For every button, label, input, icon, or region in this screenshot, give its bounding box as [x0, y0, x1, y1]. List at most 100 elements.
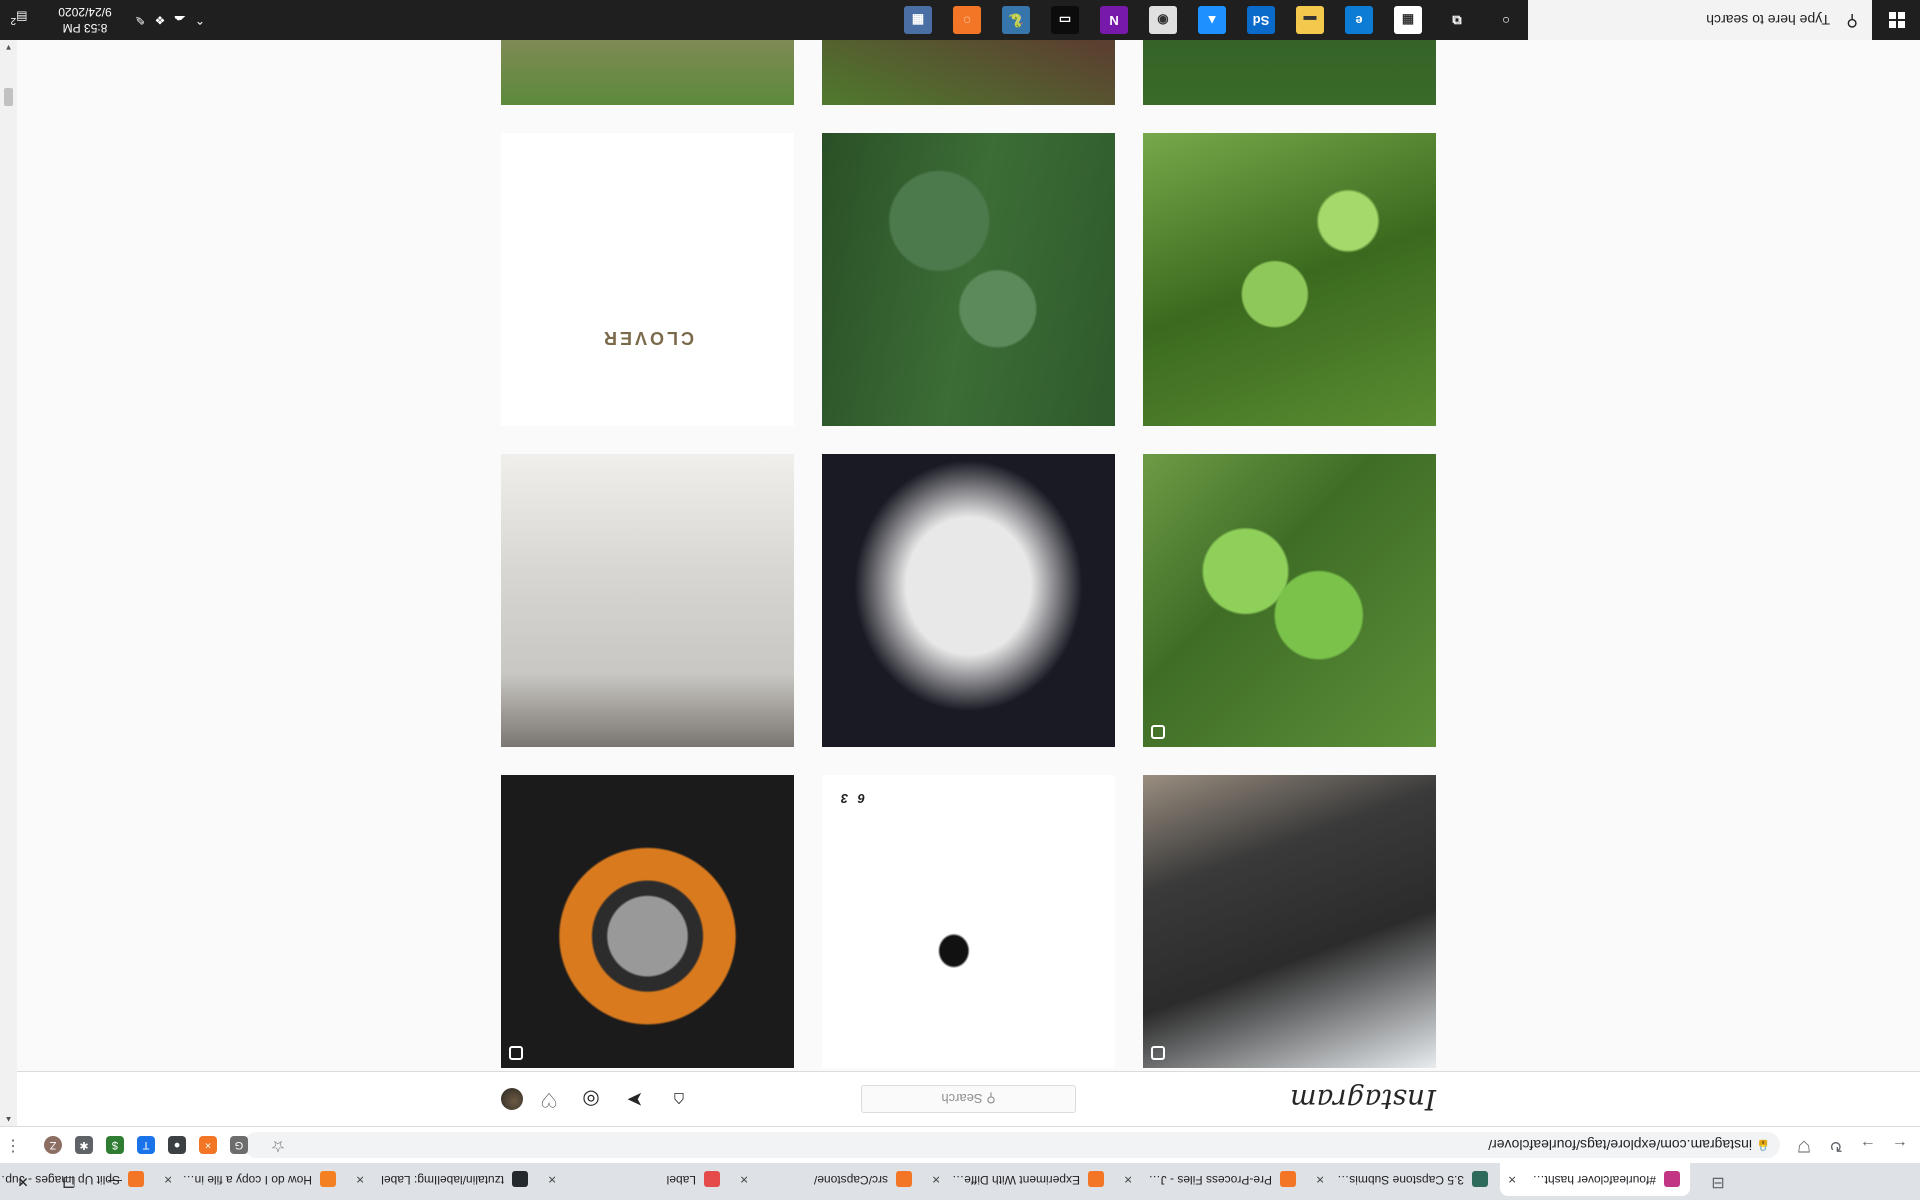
- post-clover-patch-green[interactable]: [1143, 454, 1436, 747]
- tab-search-icon[interactable]: ⊟: [1706, 1170, 1730, 1194]
- close-window-button[interactable]: ✕: [0, 1163, 46, 1200]
- date-text: 9/24/2020: [58, 5, 112, 19]
- tab-title: tzutalin/labelImg: Label: [381, 1173, 504, 1187]
- browser-tab[interactable]: Label ×: [540, 1163, 730, 1196]
- post-four-leaf-clover-selfie[interactable]: [822, 454, 1115, 747]
- post-clover-on-wood[interactable]: [822, 40, 1115, 105]
- jupyter-icon[interactable]: ◌: [953, 6, 981, 34]
- translate-icon[interactable]: T: [137, 1136, 155, 1154]
- tab-title: Label: [666, 1173, 696, 1187]
- explore-icon[interactable]: ◎: [578, 1086, 604, 1112]
- puzzle-icon[interactable]: ✱: [75, 1136, 93, 1154]
- tab-title: How do I copy a file in Pyth: [182, 1173, 312, 1187]
- calculator-icon[interactable]: ▦: [904, 6, 932, 34]
- page-scrollbar[interactable]: ▲ ▼: [0, 40, 17, 1126]
- file-explorer-icon[interactable]: ▬: [1296, 6, 1324, 34]
- tab-favicon: [1664, 1171, 1680, 1187]
- post-clover-in-grass[interactable]: [822, 133, 1115, 426]
- store-icon[interactable]: ▦: [1394, 6, 1422, 34]
- tab-favicon: [1280, 1171, 1296, 1187]
- cortana-icon[interactable]: ○: [1492, 6, 1520, 34]
- menu-icon[interactable]: ⋮: [4, 1133, 22, 1157]
- home-icon[interactable]: ⌂: [666, 1086, 692, 1112]
- post-clover-grass-closeup[interactable]: [1143, 133, 1436, 426]
- taskbar-search[interactable]: ⚲ Type here to search: [1528, 0, 1872, 40]
- browser-tab[interactable]: Experiment With Different ×: [924, 1163, 1114, 1196]
- browser-tab[interactable]: src/Capstone/ ×: [732, 1163, 922, 1196]
- tab-favicon: [704, 1171, 720, 1187]
- carousel-icon: [1151, 1046, 1165, 1060]
- browser-tab[interactable]: tzutalin/labelImg: Label ×: [348, 1163, 538, 1196]
- carousel-icon: [830, 1046, 844, 1060]
- tab-favicon: [512, 1171, 528, 1187]
- forward-button[interactable]: →: [1856, 1133, 1880, 1157]
- tab-close-icon[interactable]: ×: [548, 1163, 556, 1196]
- scroll-down-arrow[interactable]: ▼: [0, 40, 17, 54]
- tab-favicon: [320, 1171, 336, 1187]
- tab-close-icon[interactable]: ×: [1508, 1163, 1516, 1196]
- tab-close-icon[interactable]: ×: [740, 1163, 748, 1196]
- tab-title: #fourleafclover hashtag on: [1526, 1173, 1656, 1187]
- tab-close-icon[interactable]: ×: [1316, 1163, 1324, 1196]
- tab-favicon: [1088, 1171, 1104, 1187]
- post-clover-badge-anniversary[interactable]: [501, 775, 794, 1068]
- post-clover-bucket[interactable]: [1143, 775, 1436, 1068]
- tab-close-icon[interactable]: ×: [932, 1163, 940, 1196]
- x-icon[interactable]: ×: [199, 1136, 217, 1154]
- time-text: 8:53 PM: [62, 21, 108, 35]
- tab-title: Experiment With Different: [950, 1173, 1080, 1187]
- profile-avatar[interactable]: [501, 1088, 523, 1110]
- scroll-up-arrow[interactable]: ▲: [0, 1112, 17, 1126]
- task-view-icon[interactable]: ⧉: [1443, 6, 1471, 34]
- tab-favicon: [1472, 1171, 1488, 1187]
- reload-button[interactable]: ↻: [1824, 1133, 1848, 1157]
- profile-avatar[interactable]: Z: [44, 1136, 62, 1154]
- browser-toolbar: ← → ↻ ⛉ 🔒 instagram.com/explore/tags/fou…: [0, 1126, 1920, 1163]
- onenote-icon[interactable]: N: [1100, 6, 1128, 34]
- search-placeholder: Search: [941, 1091, 983, 1106]
- python-icon[interactable]: 🐍: [1002, 6, 1030, 34]
- notification-icon[interactable]: ▤2: [4, 0, 34, 40]
- post-car-showroom[interactable]: [501, 454, 794, 747]
- photoshop-icon[interactable]: Sd: [1247, 6, 1275, 34]
- edge-icon[interactable]: e: [1345, 6, 1373, 34]
- tab-close-icon[interactable]: ×: [356, 1163, 364, 1196]
- clock[interactable]: 8:53 PM 9/24/2020: [40, 4, 130, 36]
- terminal-icon[interactable]: ▭: [1051, 6, 1079, 34]
- post-clover-confetti[interactable]: CLOVER: [501, 133, 794, 426]
- browser-tab[interactable]: How do I copy a file in Pyth ×: [156, 1163, 346, 1196]
- g-icon[interactable]: G: [230, 1136, 248, 1154]
- browser-tab[interactable]: #fourleafclover hashtag on ×: [1500, 1163, 1690, 1196]
- scroll-thumb[interactable]: [4, 88, 13, 106]
- chrome-icon[interactable]: ◉: [1149, 6, 1177, 34]
- dollar-icon[interactable]: $: [106, 1136, 124, 1154]
- post-clover-in-hand[interactable]: [1143, 40, 1436, 105]
- browser-tab[interactable]: 3.5 Capstone Submission - ×: [1308, 1163, 1498, 1196]
- direct-icon[interactable]: ➤: [622, 1086, 648, 1112]
- back-button[interactable]: ←: [1888, 1133, 1912, 1157]
- tab-title: 3.5 Capstone Submission -: [1334, 1173, 1464, 1187]
- windows-taskbar: ⚲ Type here to search ○ ⧉ ▦ e ▬ Sd ▲ ◉ N ▭ 🐍 ◌ ▦ ⌃ ☁…: [0, 0, 1920, 40]
- browser-tab[interactable]: Pre-Process Files - Jupyter ×: [1116, 1163, 1306, 1196]
- instagram-logo[interactable]: Instagram: [1290, 1083, 1436, 1116]
- tab-close-icon[interactable]: ×: [1124, 1163, 1132, 1196]
- minimize-button[interactable]: —: [92, 1163, 138, 1200]
- start-button[interactable]: [1872, 0, 1920, 40]
- star-icon[interactable]: ☆: [266, 1133, 290, 1157]
- post-clover-tattoo-drawing[interactable]: 6 3: [822, 775, 1115, 1068]
- photos-icon[interactable]: ▲: [1198, 6, 1226, 34]
- search-input[interactable]: ⚲ Search: [861, 1085, 1076, 1113]
- network-icon[interactable]: ☁: [170, 0, 190, 40]
- carousel-icon: [1151, 725, 1165, 739]
- maximize-button[interactable]: ❐: [46, 1163, 92, 1200]
- activity-icon[interactable]: ♡: [536, 1086, 562, 1112]
- show-hidden-icons[interactable]: ⌃: [190, 0, 210, 40]
- circle-icon[interactable]: ●: [168, 1136, 186, 1154]
- dropbox-icon[interactable]: ❖: [150, 0, 170, 40]
- tab-close-icon[interactable]: ×: [164, 1163, 172, 1196]
- lock-icon: 🔒: [1756, 1139, 1770, 1151]
- pen-icon[interactable]: ✎: [130, 0, 150, 40]
- address-bar[interactable]: 🔒 instagram.com/explore/tags/fourleafclo…: [244, 1132, 1780, 1158]
- post-clover-shop-display[interactable]: [501, 40, 794, 105]
- shield-icon[interactable]: ⛉: [1792, 1133, 1816, 1157]
